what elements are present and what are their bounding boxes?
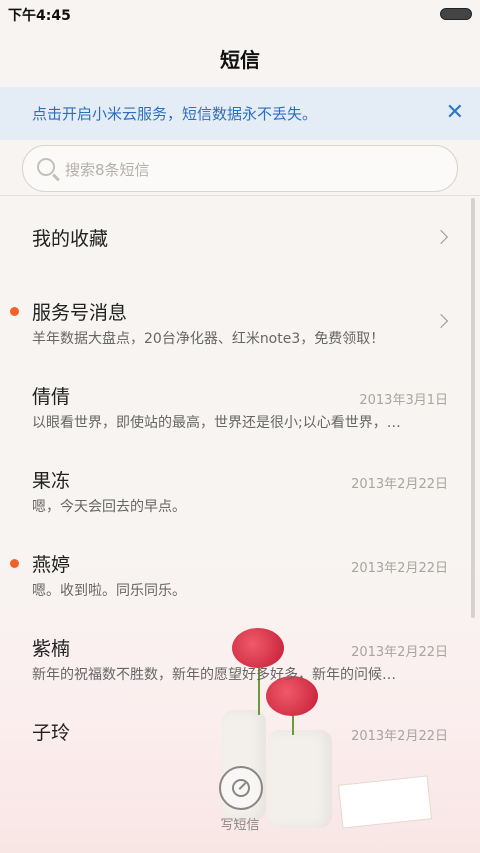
message-sender: 果冻 — [32, 470, 71, 492]
message-sender: 服务号消息 — [32, 302, 128, 324]
list-item[interactable]: 倩倩 2013年3月1日 以眼看世界，即使站的最高，世界还是很小;以心看世界，… — [0, 364, 470, 448]
message-date: 2013年2月22日 — [351, 477, 448, 492]
search-input[interactable]: 搜索8条短信 — [22, 145, 458, 192]
message-date: 2013年3月1日 — [359, 393, 448, 408]
status-bar: 下午4:45 — [0, 0, 480, 28]
compose-icon — [232, 779, 250, 797]
list-item[interactable]: 燕婷 2013年2月22日 嗯。收到啦。同乐同乐。 — [0, 532, 470, 616]
cloud-banner[interactable]: 点击开启小米云服务，短信数据永不丢失。 ✕ — [0, 87, 480, 140]
battery-icon — [440, 8, 472, 20]
list-item[interactable]: 服务号消息 羊年数据大盘点，20台净化器、红米note3，免费领取！ — [0, 280, 470, 364]
message-sender: 倩倩 — [32, 386, 71, 408]
status-time: 下午4:45 — [8, 8, 71, 24]
message-preview: 嗯。收到啦。同乐同乐。 — [32, 583, 186, 599]
favorites-row[interactable]: 我的收藏 — [0, 196, 470, 280]
message-date: 2013年2月22日 — [351, 645, 448, 660]
compose-label[interactable]: 写短信 — [0, 814, 480, 833]
message-preview: 新年的祝福数不胜数，新年的愿望好多好多，新年的问候… — [32, 667, 396, 683]
message-sender: 燕婷 — [32, 554, 71, 576]
message-preview: 嗯，今天会回去的早点。 — [32, 499, 186, 515]
unread-dot — [10, 559, 19, 568]
chevron-right-icon — [433, 313, 449, 329]
list-item[interactable]: 果冻 2013年2月22日 嗯，今天会回去的早点。 — [0, 448, 470, 532]
message-sender: 紫楠 — [32, 638, 71, 660]
page-title: 短信 — [220, 48, 260, 72]
message-sender: 子玲 — [32, 722, 71, 744]
message-preview: 羊年数据大盘点，20台净化器、红米note3，免费领取！ — [32, 331, 385, 347]
search-placeholder: 搜索8条短信 — [65, 161, 150, 179]
compose-button[interactable] — [219, 766, 263, 810]
message-preview: 以眼看世界，即使站的最高，世界还是很小;以心看世界，… — [32, 415, 401, 431]
favorites-label: 我的收藏 — [32, 228, 109, 250]
close-icon[interactable]: ✕ — [446, 100, 464, 125]
message-date: 2013年2月22日 — [351, 729, 448, 744]
list-item[interactable]: 紫楠 2013年2月22日 新年的祝福数不胜数，新年的愿望好多好多，新年的问候… — [0, 616, 470, 700]
list-item[interactable]: 子玲 2013年2月22日 — [0, 700, 470, 752]
banner-text[interactable]: 点击开启小米云服务，短信数据永不丢失。 — [32, 103, 317, 124]
search-icon — [37, 158, 55, 176]
unread-dot — [10, 307, 19, 316]
chevron-right-icon — [433, 229, 449, 245]
message-date: 2013年2月22日 — [351, 561, 448, 576]
scrollbar[interactable] — [471, 198, 475, 618]
